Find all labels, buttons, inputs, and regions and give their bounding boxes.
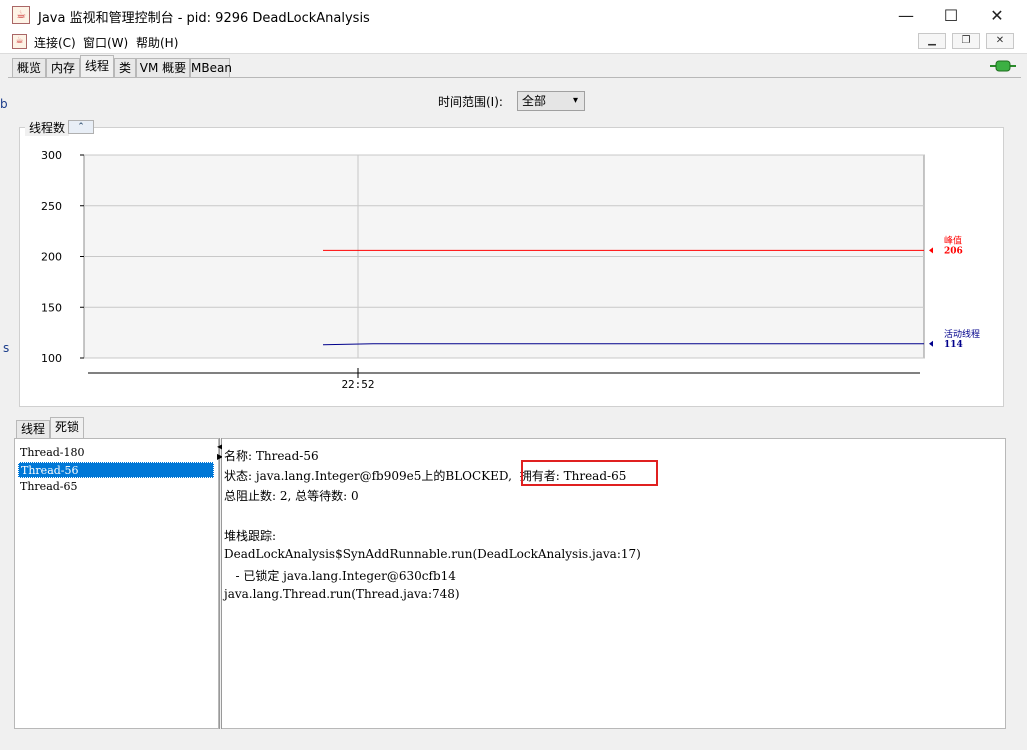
tab-threads[interactable]: 线程 bbox=[80, 55, 114, 77]
y-tick-label: 250 bbox=[41, 200, 62, 213]
series-marker-icon bbox=[929, 340, 933, 347]
menu-bar: ☕ 连接(C) 窗口(W) 帮助(H) ▁ ❐ ✕ bbox=[0, 31, 1027, 54]
list-item-selected[interactable]: Thread-56 bbox=[18, 462, 214, 478]
chevron-down-icon: ▾ bbox=[572, 95, 578, 106]
time-range-select[interactable]: 全部 ▾ bbox=[517, 91, 585, 111]
series-name-label: 活动线程 bbox=[944, 328, 980, 340]
y-tick-label: 150 bbox=[41, 301, 62, 314]
inner-close-button[interactable]: ✕ bbox=[986, 33, 1014, 49]
tab-deadlock[interactable]: 死锁 bbox=[50, 417, 84, 438]
series-value-label: 114 bbox=[944, 340, 963, 350]
series-name-label: 峰值 bbox=[944, 234, 962, 246]
thread-name: 名称: Thread-56 bbox=[224, 449, 319, 463]
series-value-label: 206 bbox=[944, 246, 963, 256]
tab-mbean[interactable]: MBean bbox=[190, 58, 232, 77]
stack-line: DeadLockAnalysis$SynAddRunnable.run(Dead… bbox=[224, 547, 641, 561]
java-menu-icon[interactable]: ☕ bbox=[12, 34, 27, 49]
title-bar: ☕ Java 监视和管理控制台 - pid: 9296 DeadLockAnal… bbox=[0, 0, 1027, 31]
y-tick-label: 200 bbox=[41, 251, 62, 264]
x-tick-label: 22:52 bbox=[341, 378, 374, 391]
y-axis: 300 250 200 150 100 bbox=[41, 149, 84, 365]
window-title: Java 监视和管理控制台 - pid: 9296 DeadLockAnalys… bbox=[38, 11, 370, 26]
owner-highlight-box bbox=[521, 460, 658, 486]
tab-vm-summary[interactable]: VM 概要 bbox=[136, 58, 190, 77]
main-tabs: 概览 内存 线程 类 VM 概要 MBean bbox=[0, 54, 1027, 77]
thread-list: Thread-180 Thread-56 Thread-65 bbox=[14, 438, 219, 729]
blocked-wait-counts: 总阻止数: 2, 总等待数: 0 bbox=[224, 489, 359, 503]
time-range-value: 全部 bbox=[522, 94, 547, 108]
minimize-button[interactable]: — bbox=[883, 0, 929, 31]
menu-connect[interactable]: 连接(C) bbox=[34, 34, 76, 51]
connection-plug-icon[interactable] bbox=[990, 60, 1016, 72]
inner-minimize-button[interactable]: ▁ bbox=[918, 33, 946, 49]
list-item[interactable]: Thread-180 bbox=[18, 445, 214, 461]
stack-line: - 已锁定 java.lang.Integer@630cfb14 bbox=[224, 569, 456, 583]
sub-tabs: 线程 死锁 bbox=[14, 417, 1014, 438]
tab-memory[interactable]: 内存 bbox=[46, 58, 80, 77]
close-button[interactable]: ✕ bbox=[974, 0, 1020, 31]
stack-trace-title: 堆栈跟踪: bbox=[224, 529, 277, 543]
menu-help[interactable]: 帮助(H) bbox=[136, 34, 178, 51]
maximize-button[interactable]: ☐ bbox=[928, 0, 974, 31]
y-tick-label: 300 bbox=[41, 149, 62, 162]
java-app-icon: ☕ bbox=[12, 6, 30, 24]
stack-line: java.lang.Thread.run(Thread.java:748) bbox=[224, 587, 460, 601]
menu-window[interactable]: 窗口(W) bbox=[83, 34, 128, 51]
series-marker-icon bbox=[929, 247, 933, 254]
background-fragment: b bbox=[0, 97, 8, 111]
tab-classes[interactable]: 类 bbox=[114, 58, 136, 77]
background-fragment: s bbox=[3, 341, 10, 355]
tab-thread-list[interactable]: 线程 bbox=[16, 420, 50, 438]
state-text: 状态: java.lang.Integer@fb909e5上的BLOCKED, bbox=[224, 469, 512, 483]
list-item[interactable]: Thread-65 bbox=[18, 479, 214, 495]
inner-restore-button[interactable]: ❐ bbox=[952, 33, 980, 49]
y-tick-label: 100 bbox=[41, 352, 62, 365]
thread-count-chart: 300 250 200 150 100 22:52 峰值206 活动线程114 bbox=[41, 149, 980, 391]
time-range-label: 时间范围(I): bbox=[438, 95, 503, 109]
tab-overview[interactable]: 概览 bbox=[12, 58, 46, 77]
